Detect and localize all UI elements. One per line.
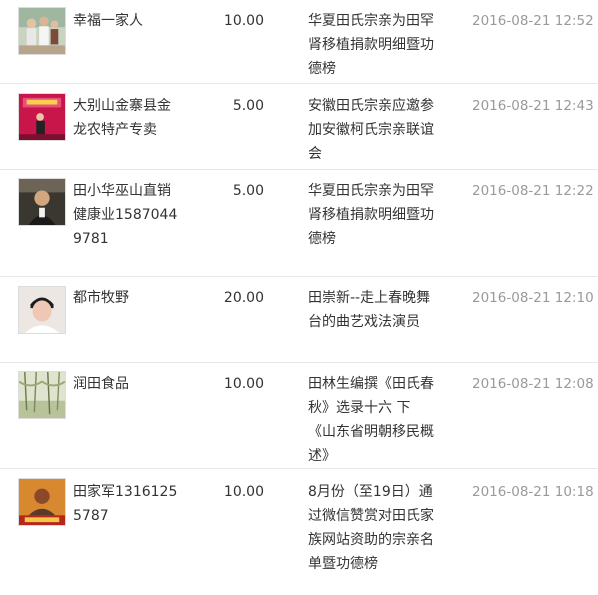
poster-portrait-avatar[interactable] bbox=[18, 478, 66, 526]
donor-name[interactable]: 都市牧野 bbox=[73, 286, 181, 310]
donor-name[interactable]: 润田食品 bbox=[73, 372, 181, 396]
donation-amount: 20.00 bbox=[223, 290, 264, 306]
donation-row: 都市牧野 20.00 田崇新--走上春晚舞台的曲艺戏法演员 2016-08-21… bbox=[0, 277, 598, 363]
donation-amount: 5.00 bbox=[232, 98, 264, 114]
family-photo-avatar[interactable] bbox=[18, 7, 66, 55]
donation-amount: 10.00 bbox=[223, 376, 264, 392]
young-man-avatar[interactable] bbox=[18, 286, 66, 334]
donation-row: 田小华巫山直销健康业15870449781 5.00 华夏田氏宗亲为田罕肾移植捐… bbox=[0, 170, 598, 277]
donation-time: 2016-08-21 10:18 bbox=[472, 484, 594, 500]
donation-amount: 5.00 bbox=[232, 183, 264, 199]
banner-stage-avatar[interactable] bbox=[18, 93, 66, 141]
donation-time: 2016-08-21 12:22 bbox=[472, 183, 594, 199]
donation-project-link[interactable]: 华夏田氏宗亲为田罕肾移植捐款明细暨功德榜 bbox=[308, 179, 436, 251]
donor-name[interactable]: 田家军13161255787 bbox=[73, 480, 181, 528]
donation-time: 2016-08-21 12:52 bbox=[472, 13, 594, 29]
donation-row: 大别山金寨县金龙农特产专卖 5.00 安徽田氏宗亲应邀参加安徽柯氏宗亲联谊会 2… bbox=[0, 84, 598, 170]
man-portrait-avatar[interactable] bbox=[18, 178, 66, 226]
donation-row: 幸福一家人 10.00 华夏田氏宗亲为田罕肾移植捐款明细暨功德榜 2016-08… bbox=[0, 0, 598, 84]
donor-name[interactable]: 田小华巫山直销健康业15870449781 bbox=[73, 179, 181, 251]
donation-project-link[interactable]: 田崇新--走上春晚舞台的曲艺戏法演员 bbox=[308, 286, 436, 334]
donation-amount: 10.00 bbox=[223, 13, 264, 29]
donation-project-link[interactable]: 8月份（至19日）通过微信赞赏对田氏家族网站资助的宗亲名单暨功德榜 bbox=[308, 480, 436, 576]
donation-amount: 10.00 bbox=[223, 484, 264, 500]
donation-row: 润田食品 10.00 田林生编撰《田氏春秋》选录十六 下《山东省明朝移民概述》 … bbox=[0, 363, 598, 469]
donation-time: 2016-08-21 12:10 bbox=[472, 290, 594, 306]
willow-landscape-avatar[interactable] bbox=[18, 371, 66, 419]
donation-row: 田家军13161255787 10.00 8月份（至19日）通过微信赞赏对田氏家… bbox=[0, 469, 598, 595]
donation-list: 幸福一家人 10.00 华夏田氏宗亲为田罕肾移植捐款明细暨功德榜 2016-08… bbox=[0, 0, 598, 595]
donation-time: 2016-08-21 12:08 bbox=[472, 376, 594, 392]
donor-name[interactable]: 大别山金寨县金龙农特产专卖 bbox=[73, 94, 181, 142]
donation-project-link[interactable]: 华夏田氏宗亲为田罕肾移植捐款明细暨功德榜 bbox=[308, 9, 436, 81]
donation-project-link[interactable]: 安徽田氏宗亲应邀参加安徽柯氏宗亲联谊会 bbox=[308, 94, 436, 166]
donation-time: 2016-08-21 12:43 bbox=[472, 98, 594, 114]
donation-project-link[interactable]: 田林生编撰《田氏春秋》选录十六 下《山东省明朝移民概述》 bbox=[308, 372, 436, 468]
donor-name[interactable]: 幸福一家人 bbox=[73, 9, 181, 33]
